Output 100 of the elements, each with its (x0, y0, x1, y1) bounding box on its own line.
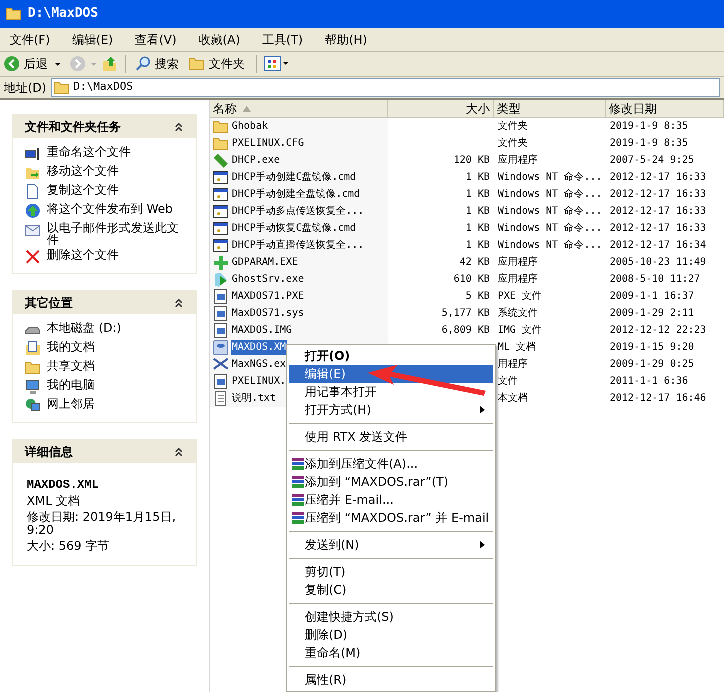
menu-item[interactable]: 查看(V) (127, 30, 185, 48)
size-cell-text: 5 KB (466, 290, 490, 304)
date-cell: 2012-12-17 16:46 (610, 393, 706, 404)
date-cell: 2009-1-1 16:37 (610, 291, 694, 302)
dropdown-icon[interactable] (54, 60, 62, 68)
address-field[interactable]: D:\MaxDOS (50, 78, 720, 97)
context-menu-item[interactable]: 发送到(N) (289, 536, 493, 554)
context-menu-item[interactable]: 添加到 “MAXDOS.rar”(T) (289, 473, 493, 491)
type-cell: ML 文档 (498, 342, 536, 354)
type-cell: Windows NT 命令... (498, 223, 602, 234)
menu-item[interactable]: 收藏(A) (190, 30, 248, 48)
plus-icon (213, 254, 229, 270)
type-cell: 文件 (498, 376, 518, 388)
type-cell: Windows NT 命令... (498, 189, 602, 200)
context-menu-item[interactable]: 打开方式(H) (289, 401, 493, 419)
type-cell: 文件夹 (498, 138, 528, 150)
search-icon (135, 56, 151, 72)
window-title: D:\MaxDOS (28, 5, 98, 24)
date-cell: 2012-12-12 22:23 (610, 325, 706, 336)
file-modified: 修改日期: 2019年1月15日, 9:20 (27, 511, 178, 537)
context-menu-item[interactable]: 重命名(M) (289, 644, 493, 662)
collapse-icon[interactable] (174, 122, 184, 132)
panel-title: 文件和文件夹任务 (25, 118, 121, 136)
file-type: XML 文档 (27, 495, 82, 508)
date-cell: 2012-12-17 16:33 (610, 172, 706, 184)
context-menu-item[interactable]: 使用 RTX 发送文件 (289, 428, 493, 446)
up-folder-icon[interactable] (102, 56, 118, 72)
date-cell: 2007-5-24 9:25 (610, 155, 694, 166)
date-cell: 2012-12-17 16:33 (610, 206, 706, 218)
column-header[interactable]: 修改日期 (606, 100, 724, 117)
size-cell-text: 610 KB (454, 273, 490, 287)
size-cell-text: 1 KB (466, 222, 490, 236)
menu-item[interactable]: 工具(T) (254, 30, 312, 48)
menu-item[interactable]: 帮助(H) (317, 30, 376, 48)
collapse-icon[interactable] (174, 298, 184, 308)
file-name-cell[interactable]: MAXDOS.XM (231, 340, 288, 355)
context-menu-item[interactable]: 复制(C) (289, 581, 493, 599)
size-cell-text: 1 KB (466, 205, 490, 219)
task-link[interactable]: 以电子邮件形式发送此文件 (47, 222, 182, 246)
task-link[interactable]: 移动这个文件 (47, 165, 182, 177)
file-size: 大小: 569 字节 (27, 540, 111, 553)
task-link[interactable]: 我的文档 (47, 341, 182, 353)
address-label: 地址(D) (4, 80, 47, 96)
context-menu-item[interactable]: 删除(D) (289, 626, 493, 644)
type-cell: 系统文件 (498, 308, 538, 320)
date-cell: 2005-10-23 11:49 (610, 257, 706, 268)
task-link[interactable]: 本地磁盘 (D:) (47, 322, 182, 334)
context-menu-item[interactable]: 压缩到 “MAXDOS.rar” 并 E-mail (289, 509, 493, 527)
collapse-icon[interactable] (174, 446, 184, 456)
task-link[interactable]: 删除这个文件 (47, 249, 182, 261)
folders-button[interactable]: 文件夹 (185, 55, 249, 73)
task-link[interactable]: 共享文档 (47, 360, 182, 372)
play-icon (213, 272, 229, 288)
archive-icon (291, 475, 305, 489)
network-icon (25, 398, 41, 414)
type-cell: 应用程序 (498, 257, 538, 268)
size-cell-text: 42 KB (460, 256, 490, 270)
folder-icon (25, 360, 41, 376)
context-menu-item[interactable]: 用记事本打开 (289, 383, 493, 401)
cross-pattern-icon (213, 356, 229, 372)
views-icon[interactable] (264, 56, 290, 72)
archive-icon (291, 457, 305, 471)
context-menu-item[interactable]: 打开(O) (289, 347, 493, 365)
folder-icon (54, 80, 70, 96)
type-cell: 用程序 (498, 359, 528, 370)
task-link[interactable]: 复制这个文件 (47, 184, 182, 196)
file-name-cell[interactable]: Ghobak (231, 119, 270, 134)
context-menu-item[interactable]: 创建快捷方式(S) (289, 608, 493, 626)
panel-title: 详细信息 (25, 444, 73, 460)
task-link[interactable]: 网上邻居 (47, 398, 182, 410)
type-cell: PXE 文件 (498, 291, 542, 302)
context-menu-item[interactable]: 压缩并 E-mail... (289, 491, 493, 509)
menu-item[interactable]: 文件(F) (2, 30, 58, 48)
menu-item[interactable]: 编辑(E) (64, 30, 122, 48)
delete-icon (25, 249, 41, 265)
size-cell-text: 6,809 KB (442, 324, 490, 338)
context-menu-item[interactable]: 属性(R) (289, 671, 493, 689)
task-link[interactable]: 我的电脑 (47, 379, 182, 391)
date-cell: 2009-1-29 0:25 (610, 359, 694, 370)
back-button[interactable]: 后退 (4, 55, 50, 73)
folder-icon (6, 6, 22, 22)
type-cell: 应用程序 (498, 155, 538, 166)
task-link[interactable]: 重命名这个文件 (47, 146, 182, 158)
type-cell: Windows NT 命令... (498, 240, 602, 252)
context-menu-item[interactable]: 添加到压缩文件(A)... (289, 455, 493, 473)
task-link[interactable]: 将这个文件发布到 Web (47, 203, 182, 215)
submenu-arrow-icon (480, 541, 485, 549)
context-menu-item[interactable]: 剪切(T) (289, 563, 493, 581)
column-header[interactable]: 名称 (210, 100, 388, 117)
column-header[interactable]: 大小 (388, 100, 494, 117)
move-icon (25, 165, 41, 181)
documents-folder-icon (25, 341, 41, 357)
date-cell: 2019-1-9 8:35 (610, 138, 688, 150)
date-cell: 2019-1-15 9:20 (610, 342, 694, 354)
search-button[interactable]: 搜索 (133, 55, 181, 73)
size-cell-text: 1 KB (466, 239, 490, 253)
file-name: MAXDOS.XML (27, 479, 100, 492)
globe-icon (25, 203, 41, 219)
date-cell: 2019-1-9 8:35 (610, 121, 688, 132)
column-header[interactable]: 类型 (494, 100, 606, 117)
